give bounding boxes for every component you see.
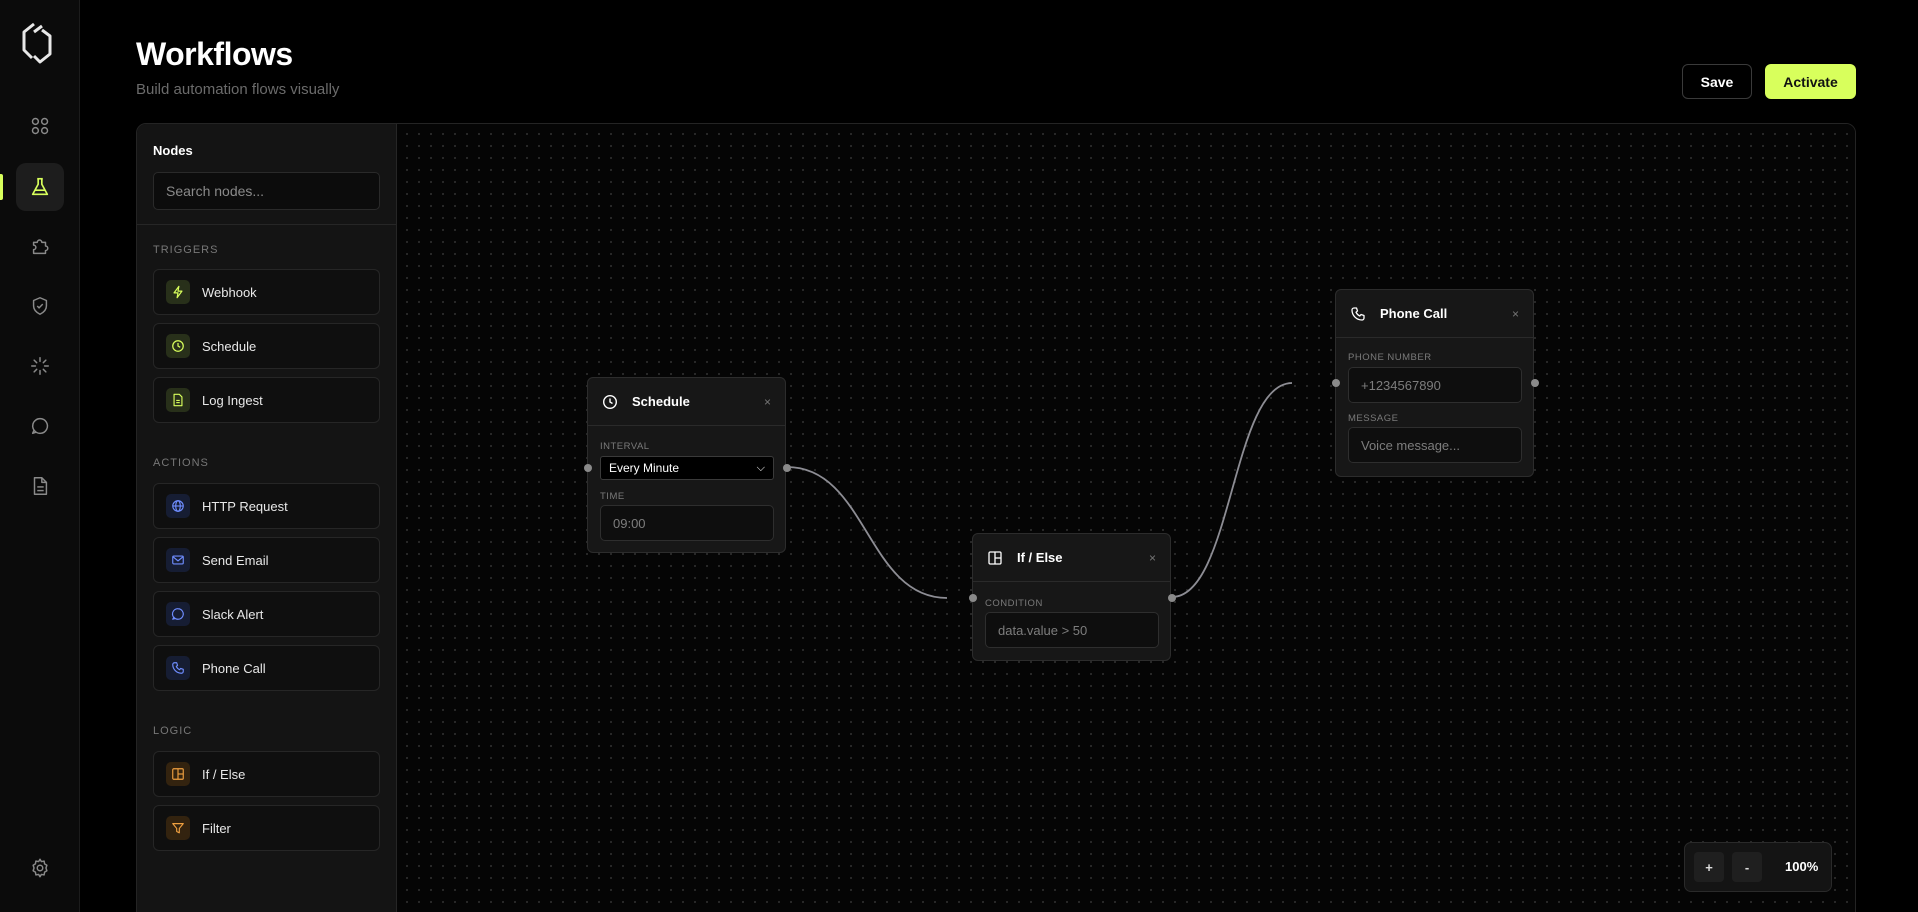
clock-icon [166, 334, 190, 358]
output-port[interactable] [783, 464, 791, 472]
save-button[interactable]: Save [1682, 64, 1752, 99]
filter-icon [166, 816, 190, 840]
chat-icon [166, 602, 190, 626]
workflow-canvas[interactable]: Schedule × INTERVAL Every Minute ⌵ TIME … [397, 124, 1855, 912]
message-icon[interactable] [16, 402, 64, 450]
grid-icon[interactable] [16, 102, 64, 150]
zoom-out-button[interactable]: - [1732, 852, 1762, 882]
clock-icon [602, 394, 618, 409]
activate-button[interactable]: Activate [1765, 64, 1856, 99]
phone-icon [1351, 306, 1365, 321]
loader-icon[interactable] [16, 342, 64, 390]
zoom-in-button[interactable]: + [1694, 852, 1724, 882]
node-header[interactable]: Phone Call × [1336, 290, 1533, 338]
section-label-actions: ACTIONS [153, 457, 209, 469]
node-header[interactable]: Schedule × [588, 378, 785, 426]
nodes-sidebar: Nodes TRIGGERS Webhook Schedule Log Inge… [137, 124, 397, 912]
phone-number-label: PHONE NUMBER [1348, 352, 1432, 363]
close-icon[interactable]: × [1149, 551, 1156, 565]
input-port[interactable] [969, 594, 977, 602]
node-item-label: HTTP Request [202, 498, 288, 514]
close-icon[interactable]: × [1512, 307, 1519, 321]
node-title: Schedule [632, 394, 690, 409]
message-input[interactable] [1348, 427, 1522, 463]
node-title: Phone Call [1380, 306, 1448, 321]
node-if-else[interactable]: If / Else × CONDITION [969, 533, 1176, 661]
condition-input[interactable] [985, 612, 1159, 648]
zoom-controls: + - 100% [1684, 842, 1832, 892]
interval-value: Every Minute [609, 461, 680, 475]
node-item-send-email[interactable]: Send Email [153, 537, 380, 583]
node-item-filter[interactable]: Filter [153, 805, 380, 851]
active-indicator [0, 174, 3, 200]
chevron-down-icon: ⌵ [756, 461, 765, 474]
time-input[interactable] [600, 505, 774, 541]
branch-icon [166, 762, 190, 786]
node-item-label: If / Else [202, 766, 246, 782]
section-label-triggers: TRIGGERS [153, 244, 219, 256]
interval-select[interactable]: Every Minute ⌵ [600, 456, 774, 480]
node-item-phone-call[interactable]: Phone Call [153, 645, 380, 691]
node-item-label: Filter [202, 820, 231, 836]
node-header[interactable]: If / Else × [973, 534, 1170, 582]
input-port[interactable] [584, 464, 592, 472]
node-phone-call[interactable]: Phone Call × PHONE NUMBER MESSAGE [1332, 289, 1539, 477]
node-item-http-request[interactable]: HTTP Request [153, 483, 380, 529]
settings-icon[interactable] [16, 844, 64, 892]
message-label: MESSAGE [1348, 413, 1399, 424]
mail-icon [166, 548, 190, 572]
node-item-label: Log Ingest [202, 392, 263, 408]
node-item-schedule[interactable]: Schedule [153, 323, 380, 369]
sidebar-title: Nodes [153, 143, 193, 158]
node-item-label: Send Email [202, 552, 269, 568]
file-icon [166, 388, 190, 412]
workflow-editor: Nodes TRIGGERS Webhook Schedule Log Inge… [136, 123, 1856, 912]
icon-rail [0, 0, 80, 912]
close-icon[interactable]: × [764, 395, 771, 409]
input-port[interactable] [1332, 379, 1340, 387]
flask-icon[interactable] [16, 163, 64, 211]
node-item-label: Schedule [202, 338, 257, 354]
node-item-slack-alert[interactable]: Slack Alert [153, 591, 380, 637]
sidebar-divider [137, 224, 396, 225]
page-subtitle: Build automation flows visually [136, 81, 340, 98]
node-item-webhook[interactable]: Webhook [153, 269, 380, 315]
node-item-label: Phone Call [202, 660, 266, 676]
interval-label: INTERVAL [600, 441, 650, 452]
time-label: TIME [600, 491, 625, 502]
condition-label: CONDITION [985, 598, 1043, 609]
bolt-icon [166, 280, 190, 304]
node-item-label: Slack Alert [202, 606, 264, 622]
node-item-label: Webhook [202, 284, 257, 300]
globe-icon [166, 494, 190, 518]
document-icon[interactable] [16, 462, 64, 510]
node-item-if-else[interactable]: If / Else [153, 751, 380, 797]
node-item-log-ingest[interactable]: Log Ingest [153, 377, 380, 423]
zoom-level: 100% [1785, 859, 1819, 874]
page-title: Workflows [136, 36, 293, 72]
node-schedule[interactable]: Schedule × INTERVAL Every Minute ⌵ TIME [584, 377, 791, 553]
shield-check-icon[interactable] [16, 282, 64, 330]
branch-icon [988, 550, 1002, 565]
search-nodes-input[interactable] [153, 172, 380, 210]
section-label-logic: LOGIC [153, 725, 193, 737]
node-title: If / Else [1017, 550, 1063, 565]
phone-icon [166, 656, 190, 680]
puzzle-icon[interactable] [16, 222, 64, 270]
output-port[interactable] [1168, 594, 1176, 602]
logo-icon[interactable] [20, 20, 60, 66]
output-port[interactable] [1531, 379, 1539, 387]
phone-number-input[interactable] [1348, 367, 1522, 403]
